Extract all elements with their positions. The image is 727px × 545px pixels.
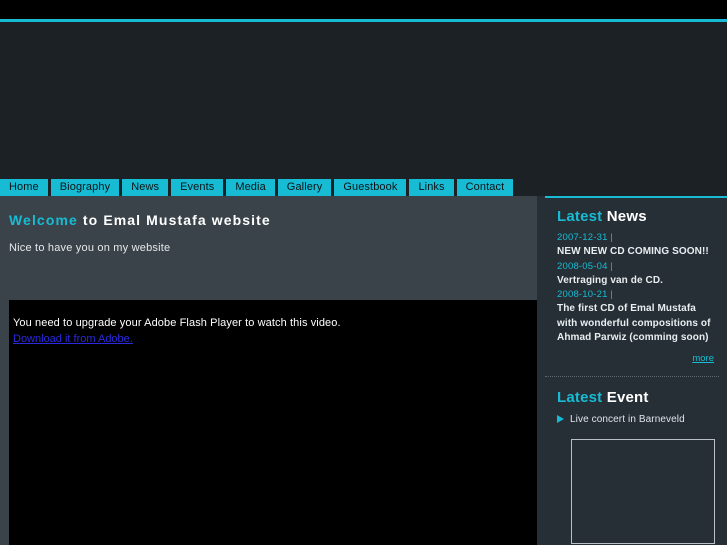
event-item-label: Live concert in Barneveld <box>570 413 685 425</box>
main-navigation: Home Biography News Events Media Gallery… <box>0 179 727 196</box>
news-item-date: 2007-12-31 | <box>557 232 614 243</box>
news-item-title[interactable]: NEW NEW CD COMING SOON!! <box>557 245 715 260</box>
news-item-date: 2008-05-04 | <box>557 260 614 272</box>
event-item[interactable]: Live concert in Barneveld <box>557 414 715 425</box>
sidebar-divider <box>545 375 719 377</box>
latest-news-heading-rest: News <box>602 208 647 225</box>
nav-item-news[interactable]: News <box>122 179 169 196</box>
page-root: Home Biography News Events Media Gallery… <box>0 0 727 545</box>
site-banner <box>0 22 727 179</box>
latest-event-heading: Latest Event <box>557 389 715 406</box>
news-list: 2007-12-31 | NEW NEW CD COMING SOON!! 20… <box>557 231 715 346</box>
main-content: Welcome to Emal Mustafa website Nice to … <box>0 196 537 545</box>
latest-news-heading: Latest News <box>557 208 715 225</box>
news-item: 2007-12-31 | NEW NEW CD COMING SOON!! <box>557 231 715 260</box>
nav-item-media[interactable]: Media <box>226 179 275 196</box>
nav-item-biography[interactable]: Biography <box>50 179 120 196</box>
news-item: 2008-05-04 | Vertraging van de CD. <box>557 260 715 289</box>
news-item-title[interactable]: The first CD of Emal Mustafa with wonder… <box>557 302 715 346</box>
nav-item-home[interactable]: Home <box>0 179 48 196</box>
intro-text: Nice to have you on my website <box>9 242 171 254</box>
sidebar-top-rule <box>545 196 727 198</box>
arrow-right-icon <box>557 415 564 423</box>
sidebar: Latest News 2007-12-31 | NEW NEW CD COMI… <box>537 196 727 545</box>
event-photo-frame <box>571 438 715 544</box>
flash-video-placeholder[interactable]: You need to upgrade your Adobe Flash Pla… <box>9 300 537 545</box>
latest-event-block: Latest Event Live concert in Barneveld <box>537 389 727 544</box>
news-item-date: 2008-10-21 | <box>557 289 614 300</box>
top-black-strip <box>0 0 727 19</box>
latest-event-heading-highlight: Latest <box>557 388 603 406</box>
latest-news-heading-highlight: Latest <box>557 208 603 225</box>
news-item: 2008-10-21 | The first CD of Emal Mustaf… <box>557 288 715 346</box>
nav-item-events[interactable]: Events <box>171 179 224 196</box>
nav-item-links[interactable]: Links <box>409 179 454 196</box>
news-more-link[interactable]: more <box>692 353 714 364</box>
page-title-highlight: Welcome <box>9 212 78 228</box>
page-title: Welcome to Emal Mustafa website <box>9 212 537 228</box>
nav-item-contact[interactable]: Contact <box>456 179 514 196</box>
latest-news-block: Latest News 2007-12-31 | NEW NEW CD COMI… <box>537 208 727 366</box>
news-item-title[interactable]: Vertraging van de CD. <box>557 274 715 289</box>
nav-item-guestbook[interactable]: Guestbook <box>334 179 407 196</box>
download-flash-link[interactable]: Download it from Adobe. <box>13 333 133 345</box>
news-more-wrapper: more <box>557 348 715 366</box>
nav-item-gallery[interactable]: Gallery <box>277 179 332 196</box>
flash-upgrade-message: You need to upgrade your Adobe Flash Pla… <box>13 317 341 329</box>
latest-event-heading-rest: Event <box>602 388 649 406</box>
page-title-rest: to Emal Mustafa website <box>77 212 271 228</box>
